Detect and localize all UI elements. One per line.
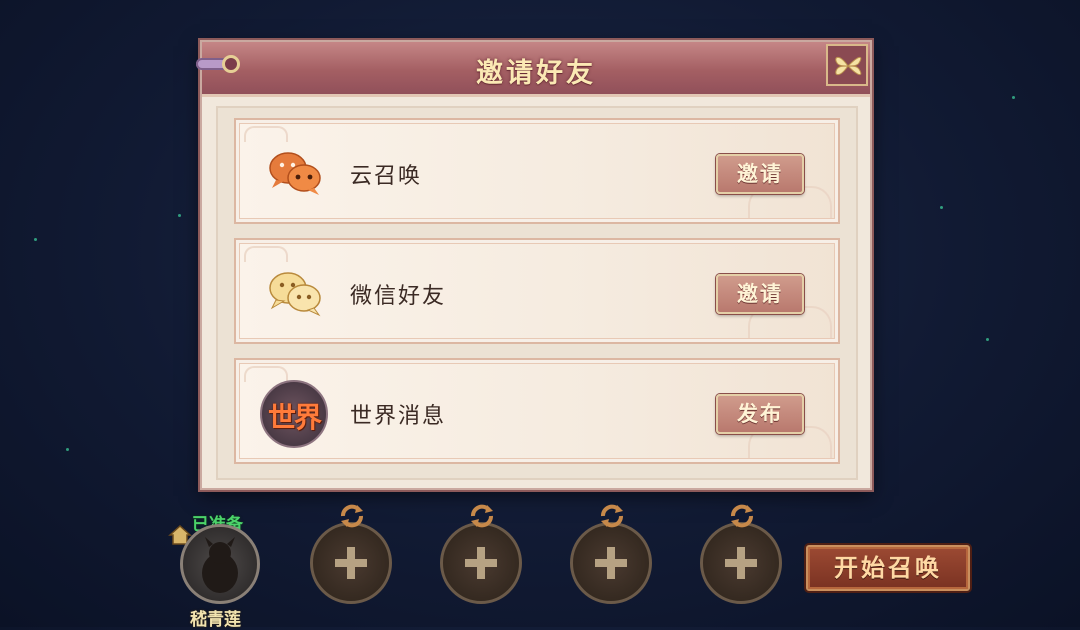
invite-row-world-message: 世界 世界消息 发布 xyxy=(234,358,840,464)
publish-button[interactable]: 发布 xyxy=(716,394,804,434)
empty-party-slot[interactable] xyxy=(440,504,522,604)
refresh-icon xyxy=(471,504,493,528)
invite-row-wechat-friends: 微信好友 邀请 xyxy=(234,238,840,344)
world-badge-text: 世界 xyxy=(267,401,322,434)
empty-party-slot[interactable] xyxy=(570,504,652,604)
close-button[interactable] xyxy=(826,44,868,86)
empty-party-slot[interactable] xyxy=(310,504,392,604)
cloud-ornament xyxy=(244,366,288,382)
plus-icon xyxy=(465,547,497,579)
character-silhouette-icon xyxy=(202,537,238,593)
plus-icon xyxy=(335,547,367,579)
player-avatar[interactable] xyxy=(180,524,260,604)
plus-icon xyxy=(725,547,757,579)
refresh-icon xyxy=(341,504,363,528)
invite-button[interactable]: 邀请 xyxy=(716,274,804,314)
background-star xyxy=(1012,96,1015,99)
background-star xyxy=(940,206,943,209)
empty-party-slot[interactable] xyxy=(700,504,782,604)
close-icon xyxy=(835,56,862,76)
background-star xyxy=(34,238,37,241)
refresh-icon xyxy=(731,504,753,528)
refresh-icon xyxy=(601,504,623,528)
cloud-chat-icon xyxy=(269,152,321,195)
cloud-ornament xyxy=(244,126,288,142)
row-label: 微信好友 xyxy=(350,284,447,309)
background-star xyxy=(66,448,69,451)
background-star xyxy=(986,338,989,341)
plus-icon xyxy=(595,547,627,579)
start-summon-button[interactable]: 开始召唤 xyxy=(806,545,970,591)
invite-friends-dialog: 邀请好友 云召唤 邀请 微信好友 邀请 世界 世界消息 发布 xyxy=(196,40,872,490)
row-label: 世界消息 xyxy=(350,404,447,429)
invite-row-cloud-summon: 云召唤 邀请 xyxy=(234,118,840,224)
wechat-icon xyxy=(269,272,321,317)
row-label: 云召唤 xyxy=(350,164,423,189)
world-badge-icon: 世界 xyxy=(260,380,328,448)
invite-button[interactable]: 邀请 xyxy=(716,154,804,194)
player-name: 嵇青莲 xyxy=(190,610,241,630)
invite-options-panel: 云召唤 邀请 微信好友 邀请 世界 世界消息 发布 xyxy=(216,106,858,480)
dialog-title: 邀请好友 xyxy=(476,58,596,89)
background-star xyxy=(178,214,181,217)
dialog-title-bar: 邀请好友 xyxy=(196,42,870,97)
cloud-ornament xyxy=(244,246,288,262)
